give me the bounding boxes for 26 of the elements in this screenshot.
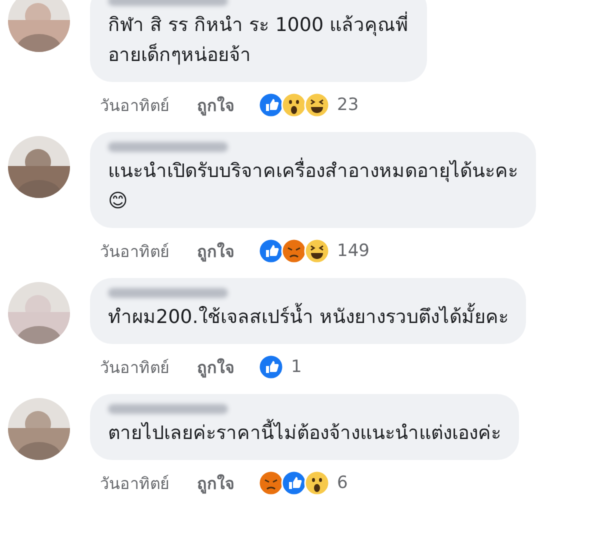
comment-time[interactable]: วันอาทิตย์ [100, 354, 169, 380]
wow-face-icon [281, 92, 307, 118]
reaction-count[interactable]: 6 [337, 473, 348, 493]
comment-text: ตายไปเลยค่ะราคานี้ไม่ต้องจ้างแนะนำแต่งเองค่ะ [108, 418, 501, 448]
comment-time[interactable]: วันอาทิตย์ [100, 238, 169, 264]
like-icon [258, 354, 284, 380]
like-link[interactable]: ถูกใจ [197, 92, 234, 118]
reaction-count[interactable]: 149 [337, 241, 370, 261]
like-link[interactable]: ถูกใจ [197, 354, 234, 380]
like-link[interactable]: ถูกใจ [197, 470, 234, 496]
like-icon [281, 470, 307, 496]
like-icon [258, 238, 284, 264]
comment-time[interactable]: วันอาทิตย์ [100, 92, 169, 118]
wow-face-icon [304, 470, 330, 496]
angry-face-icon [258, 470, 284, 496]
angry-face-icon [281, 238, 307, 264]
laughing-face-icon [304, 238, 330, 264]
reaction-count[interactable]: 1 [291, 357, 302, 377]
comment-text: กิฬา สิ รร กิหนำ ระ 1000 แล้วคุณพี่ อายเด็กๆหน่อยจ้า [108, 10, 409, 70]
laughing-face-icon [304, 92, 330, 118]
like-icon [258, 92, 284, 118]
comment-text: ทำผม200.ใช้เจลสเปร์น้ำ หนังยางรวบตึงได้มั้ยคะ [108, 302, 508, 332]
reaction-count[interactable]: 23 [337, 95, 359, 115]
comment-text: แนะนำเปิดรับบริจาคเครื่องสำอางหมดอายุได้นะคะ 😊 [108, 156, 518, 216]
comment-time[interactable]: วันอาทิตย์ [100, 470, 169, 496]
like-link[interactable]: ถูกใจ [197, 238, 234, 264]
